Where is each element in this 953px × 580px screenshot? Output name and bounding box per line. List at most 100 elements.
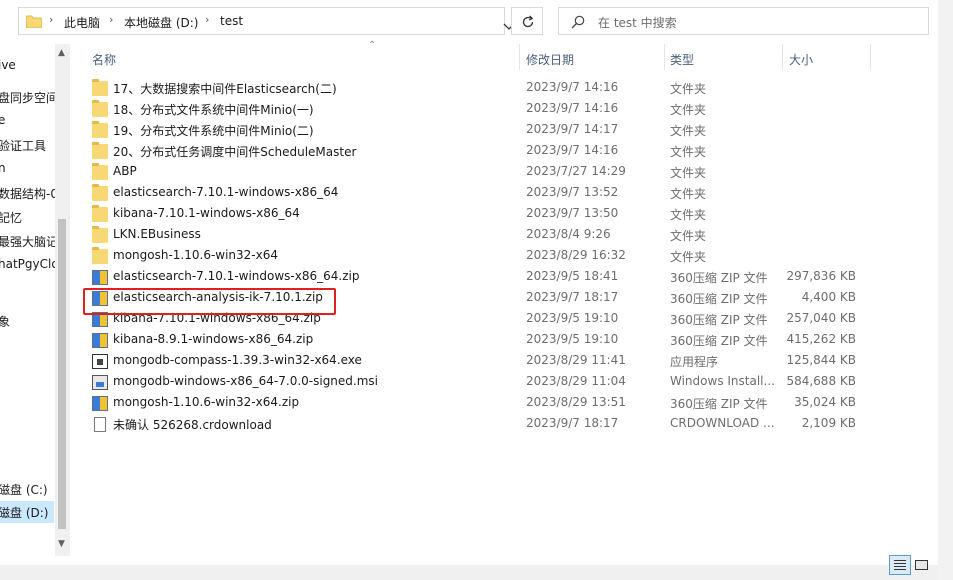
file-row[interactable]: mongodb-windows-x86_64-7.0.0-signed.msi 2… (84, 372, 884, 393)
file-row[interactable]: 20、分布式任务调度中间件ScheduleMaster 2023/9/7 14:1… (84, 141, 884, 162)
folder-icon (92, 205, 108, 222)
breadcrumb-separator-icon[interactable]: › (109, 13, 113, 26)
file-type: 文件夹 (670, 250, 707, 264)
file-name: mongosh-1.10.6-win32-x64 (113, 248, 279, 262)
column-headers: ⌃ 名称 修改日期 类型 大小 (70, 40, 938, 74)
column-divider[interactable] (664, 44, 665, 70)
file-size: 2,109 KB (801, 416, 856, 430)
file-size: 4,400 KB (801, 290, 856, 304)
breadcrumb-test[interactable]: test (220, 14, 243, 28)
file-row[interactable]: elasticsearch-7.10.1-windows-x86_64 2023/… (84, 183, 884, 204)
file-modified-date: 2023/9/7 14:17 (526, 122, 619, 136)
file-row[interactable]: kibana-7.10.1-windows-x86_64 2023/9/7 13:… (84, 204, 884, 225)
nav-scrollbar[interactable]: ▲ ▼ (55, 44, 70, 556)
column-divider[interactable] (519, 44, 520, 70)
file-row[interactable]: mongodb-compass-1.39.3-win32-x64.exe 2023… (84, 351, 884, 372)
file-row[interactable]: kibana-7.10.1-windows-x86_64.zip 2023/9/5… (84, 309, 884, 330)
file-modified-date: 2023/8/29 11:41 (526, 353, 626, 367)
zip-icon (92, 396, 108, 411)
file-modified-date: 2023/8/29 16:32 (526, 248, 626, 262)
nav-item-drive-d[interactable]: 磁盘 (D:) (0, 501, 54, 523)
breadcrumb-this-pc[interactable]: 此电脑 (64, 14, 100, 31)
column-header-type[interactable]: 类型 (670, 51, 694, 68)
folder-icon (92, 163, 108, 180)
folder-icon (92, 226, 108, 243)
file-row[interactable]: 19、分布式文件系统中间件Minio(二) 2023/9/7 14:17 文件夹 (84, 120, 884, 141)
search-placeholder: 在 test 中搜索 (598, 16, 677, 30)
file-type: 文件夹 (670, 208, 707, 222)
file-row[interactable]: 18、分布式文件系统中间件Minio(一) 2023/9/7 14:16 文件夹 (84, 99, 884, 120)
scrollbar-thumb[interactable] (58, 219, 66, 529)
file-modified-date: 2023/9/7 14:16 (526, 143, 619, 157)
file-row[interactable]: elasticsearch-analysis-ik-7.10.1.zip 2023… (84, 288, 884, 309)
file-type: 文件夹 (670, 187, 707, 201)
file-type: 文件夹 (670, 124, 707, 138)
file-name: kibana-7.10.1-windows-x86_64.zip (113, 311, 321, 325)
msi-icon (92, 375, 108, 390)
file-row[interactable]: 未确认 526268.crdownload 2023/9/7 18:17 CRDOW… (84, 414, 884, 435)
file-row[interactable]: elasticsearch-7.10.1-windows-x86_64.zip 2… (84, 267, 884, 288)
column-header-name[interactable]: 名称 (92, 51, 116, 68)
chevron-down-icon[interactable]: ▼ (58, 539, 65, 549)
file-name: elasticsearch-analysis-ik-7.10.1.zip (113, 290, 323, 304)
exe-icon (92, 354, 108, 369)
file-name: mongodb-windows-x86_64-7.0.0-signed.msi (113, 374, 379, 388)
file-modified-date: 2023/9/7 18:17 (526, 290, 619, 304)
nav-item-drive-c[interactable]: 磁盘 (C:) (0, 481, 48, 498)
file-row[interactable]: ABP 2023/7/27 14:29 文件夹 (84, 162, 884, 183)
refresh-icon (522, 15, 534, 28)
column-divider[interactable] (782, 44, 783, 70)
file-row[interactable]: kibana-8.9.1-windows-x86_64.zip 2023/9/5 … (84, 330, 884, 351)
sort-ascending-icon: ⌃ (368, 40, 377, 51)
nav-item[interactable]: e (0, 113, 5, 127)
breadcrumb-separator-icon[interactable]: › (49, 13, 53, 26)
file-modified-date: 2023/9/7 13:52 (526, 185, 619, 199)
file-name: ABP (113, 164, 137, 178)
file-name: 17、大数据搜索中间件Elasticsearch(二) (113, 82, 337, 96)
nav-item[interactable]: n (0, 161, 6, 175)
file-modified-date: 2023/9/7 14:16 (526, 80, 619, 94)
nav-item[interactable]: 象 (0, 313, 10, 330)
nav-item[interactable]: 最强大脑记 (0, 233, 58, 250)
nav-item[interactable]: 記忆 (0, 209, 22, 226)
file-row[interactable]: LKN.EBusiness 2023/8/4 9:26 文件夹 (84, 225, 884, 246)
file-modified-date: 2023/7/27 14:29 (526, 164, 626, 178)
file-modified-date: 2023/9/5 19:10 (526, 332, 619, 346)
chevron-up-icon[interactable]: ▲ (58, 48, 65, 58)
file-row[interactable]: mongosh-1.10.6-win32-x64 2023/8/29 16:32 文… (84, 246, 884, 267)
refresh-button[interactable] (511, 7, 543, 35)
zip-icon (92, 312, 108, 327)
address-bar[interactable]: › 此电脑 › 本地磁盘 (D:) › test (18, 7, 515, 35)
nav-item[interactable]: 盘同步空间 (0, 89, 58, 106)
folder-icon (92, 79, 108, 96)
column-divider[interactable] (870, 44, 871, 70)
nav-item[interactable]: ive (0, 58, 16, 72)
file-name: elasticsearch-7.10.1-windows-x86_64 (113, 185, 339, 199)
column-header-size[interactable]: 大小 (789, 51, 813, 68)
zip-icon (92, 291, 108, 306)
folder-icon (92, 142, 108, 159)
file-modified-date: 2023/8/29 13:51 (526, 395, 626, 409)
file-type: 文件夹 (670, 82, 707, 96)
search-input[interactable]: 在 test 中搜索 (558, 7, 929, 35)
column-header-date[interactable]: 修改日期 (526, 51, 574, 68)
zip-icon (92, 270, 108, 285)
file-name: kibana-7.10.1-windows-x86_64 (113, 206, 300, 220)
file-name: kibana-8.9.1-windows-x86_64.zip (113, 332, 314, 346)
file-type: 应用程序 (670, 355, 719, 369)
file-name: 18、分布式文件系统中间件Minio(一) (113, 103, 314, 117)
large-icons-view-icon[interactable] (914, 557, 930, 573)
file-modified-date: 2023/9/5 19:10 (526, 311, 619, 325)
nav-item[interactable]: hatPgyClo (0, 257, 59, 271)
folder-icon (92, 184, 108, 201)
file-modified-date: 2023/9/7 13:50 (526, 206, 619, 220)
folder-icon (92, 247, 108, 264)
horizontal-scrollbar[interactable] (0, 565, 938, 580)
file-row[interactable]: 17、大数据搜索中间件Elasticsearch(二) 2023/9/7 14:1… (84, 78, 884, 99)
breadcrumb-local-disk-d[interactable]: 本地磁盘 (D:) (124, 14, 198, 31)
folder-icon (92, 100, 108, 117)
file-row[interactable]: mongosh-1.10.6-win32-x64.zip 2023/8/29 13… (84, 393, 884, 414)
nav-item[interactable]: 验证工具 (0, 137, 46, 154)
breadcrumb-separator-icon[interactable]: › (205, 13, 209, 26)
details-view-icon[interactable] (889, 555, 911, 575)
